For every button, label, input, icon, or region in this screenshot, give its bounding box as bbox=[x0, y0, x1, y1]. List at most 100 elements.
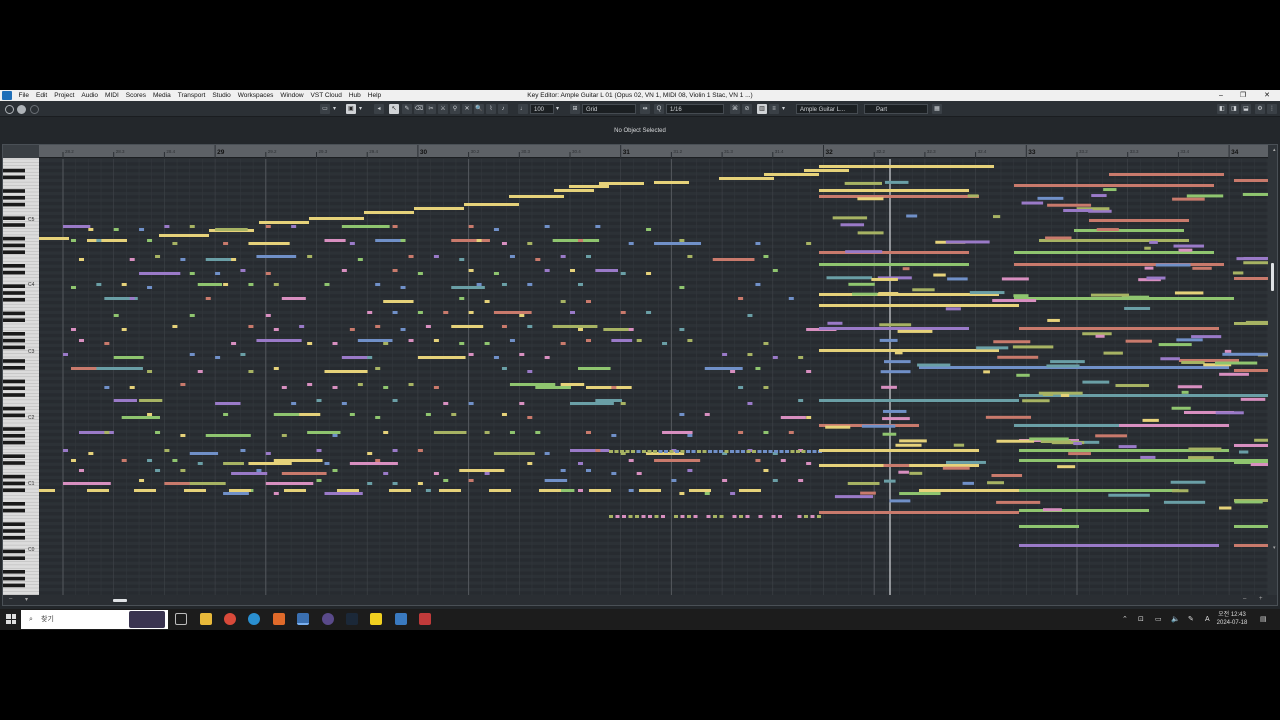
midi-note[interactable] bbox=[1073, 442, 1082, 446]
midi-note[interactable] bbox=[1142, 418, 1159, 422]
midi-note[interactable] bbox=[578, 283, 583, 286]
midi-note[interactable] bbox=[129, 258, 135, 261]
midi-note[interactable] bbox=[611, 434, 617, 437]
midi-note[interactable] bbox=[680, 515, 685, 518]
midi-note[interactable] bbox=[768, 450, 773, 453]
midi-note[interactable] bbox=[284, 489, 306, 492]
midi-note[interactable] bbox=[679, 328, 685, 331]
task-view-icon[interactable] bbox=[175, 613, 187, 625]
midi-note[interactable] bbox=[104, 431, 110, 434]
midi-note[interactable] bbox=[654, 459, 701, 462]
midi-note[interactable] bbox=[889, 165, 994, 168]
midi-note[interactable] bbox=[1016, 373, 1030, 377]
midi-note[interactable] bbox=[1172, 489, 1189, 493]
midi-note[interactable] bbox=[273, 367, 279, 370]
midi-note[interactable] bbox=[172, 242, 178, 245]
midi-note[interactable] bbox=[1038, 391, 1083, 395]
chevron-down-icon[interactable]: ▾ bbox=[782, 104, 788, 114]
black-key[interactable] bbox=[3, 250, 25, 254]
midi-note[interactable] bbox=[1063, 208, 1093, 212]
midi-note[interactable] bbox=[691, 450, 696, 453]
midi-note[interactable] bbox=[879, 338, 898, 342]
midi-note[interactable] bbox=[1001, 277, 1029, 281]
midi-note[interactable] bbox=[614, 450, 619, 453]
midi-note[interactable] bbox=[172, 459, 178, 462]
black-key[interactable] bbox=[3, 434, 25, 438]
midi-note[interactable] bbox=[653, 450, 657, 453]
midi-note[interactable] bbox=[443, 311, 449, 314]
midi-note[interactable] bbox=[139, 479, 145, 482]
black-key[interactable] bbox=[3, 570, 25, 574]
midi-note[interactable] bbox=[778, 515, 782, 518]
midi-note[interactable] bbox=[747, 314, 753, 317]
midi-note[interactable] bbox=[819, 511, 1019, 514]
midi-note[interactable] bbox=[501, 283, 507, 286]
midi-note[interactable] bbox=[586, 431, 591, 434]
midi-note[interactable] bbox=[969, 291, 1005, 295]
midi-note[interactable] bbox=[884, 360, 911, 364]
midi-note[interactable] bbox=[636, 339, 642, 342]
midi-note[interactable] bbox=[628, 459, 634, 462]
midi-note[interactable] bbox=[1234, 544, 1268, 547]
midi-note[interactable] bbox=[620, 402, 626, 405]
midi-note[interactable] bbox=[1191, 335, 1222, 339]
midi-note[interactable] bbox=[1045, 236, 1072, 240]
midi-note[interactable] bbox=[493, 311, 532, 314]
midi-note[interactable] bbox=[332, 434, 338, 437]
midi-note[interactable] bbox=[425, 325, 431, 328]
black-key[interactable] bbox=[3, 481, 25, 486]
midi-note[interactable] bbox=[780, 416, 806, 419]
midi-note[interactable] bbox=[392, 399, 398, 402]
midi-note[interactable] bbox=[1214, 361, 1258, 365]
midi-note[interactable] bbox=[906, 214, 918, 218]
black-key[interactable] bbox=[3, 345, 25, 350]
midi-note[interactable] bbox=[967, 194, 979, 198]
midi-note[interactable] bbox=[164, 449, 170, 452]
midi-note[interactable] bbox=[316, 449, 322, 452]
midi-note[interactable] bbox=[992, 299, 1037, 303]
midi-note[interactable] bbox=[909, 471, 923, 475]
acoustic-feedback-icon[interactable]: ◂ bbox=[374, 104, 384, 114]
black-key[interactable] bbox=[3, 529, 25, 533]
midi-note[interactable] bbox=[1012, 345, 1054, 349]
midi-note[interactable] bbox=[679, 239, 685, 242]
chevron-down-icon[interactable]: ▾ bbox=[333, 104, 339, 114]
midi-note[interactable] bbox=[341, 225, 390, 228]
midi-note[interactable] bbox=[654, 242, 702, 245]
midi-note[interactable] bbox=[155, 431, 161, 434]
midi-note[interactable] bbox=[417, 272, 423, 275]
midi-note[interactable] bbox=[489, 489, 511, 492]
midi-note[interactable] bbox=[539, 489, 561, 492]
midi-note[interactable] bbox=[79, 469, 84, 472]
midi-note[interactable] bbox=[738, 297, 744, 300]
midi-note[interactable] bbox=[265, 314, 271, 317]
midi-note[interactable] bbox=[819, 327, 969, 330]
midi-note[interactable] bbox=[595, 269, 618, 272]
zoom-tool-icon[interactable]: 🔍 bbox=[474, 104, 484, 114]
midi-note[interactable] bbox=[1103, 351, 1123, 355]
midi-note[interactable] bbox=[1096, 228, 1119, 232]
midi-note[interactable] bbox=[476, 239, 482, 242]
solo-editor-icon[interactable] bbox=[30, 104, 39, 114]
midi-note[interactable] bbox=[732, 515, 737, 518]
midi-note[interactable] bbox=[945, 307, 961, 311]
midi-note[interactable] bbox=[349, 413, 355, 416]
midi-note[interactable] bbox=[1014, 424, 1134, 427]
horizontal-scrollbar[interactable]: ‒ ▾ ‒ + bbox=[3, 595, 1277, 605]
midi-note[interactable] bbox=[806, 242, 812, 245]
midi-note[interactable] bbox=[1215, 411, 1244, 415]
black-key[interactable] bbox=[3, 522, 25, 526]
midi-note[interactable] bbox=[680, 450, 685, 453]
midi-note[interactable] bbox=[1254, 438, 1268, 442]
kakaotalk-icon[interactable] bbox=[370, 613, 382, 625]
midi-note[interactable] bbox=[812, 450, 817, 453]
midi-note[interactable] bbox=[281, 472, 327, 475]
windows-start-icon[interactable] bbox=[6, 614, 16, 624]
black-key[interactable] bbox=[3, 189, 25, 193]
black-key[interactable] bbox=[3, 454, 25, 458]
midi-note[interactable] bbox=[341, 356, 370, 359]
midi-note[interactable] bbox=[364, 211, 414, 214]
midi-note[interactable] bbox=[265, 452, 271, 455]
midi-note[interactable] bbox=[882, 409, 907, 413]
midi-note[interactable] bbox=[1144, 266, 1154, 270]
